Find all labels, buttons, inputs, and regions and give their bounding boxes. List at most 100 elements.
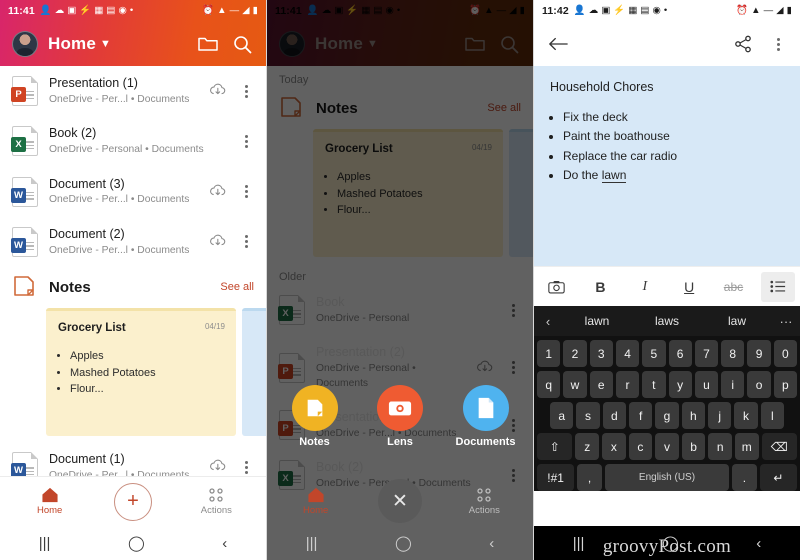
row-more-icon[interactable] (238, 459, 254, 476)
table-row[interactable]: P Presentation (1) OneDrive - Per...l • … (0, 66, 266, 116)
note-editor-body[interactable]: Household Chores Fix the deck Paint the … (534, 66, 800, 266)
note-card[interactable] (242, 308, 266, 437)
app-bar: Home ▼ (0, 22, 266, 66)
back-icon[interactable]: ‹ (222, 535, 227, 552)
suggestion-more-icon[interactable]: ··· (772, 314, 800, 329)
key-8[interactable]: 8 (721, 340, 745, 367)
search-icon[interactable] (230, 32, 254, 56)
underline-button[interactable]: U (672, 272, 706, 302)
key-r[interactable]: r (615, 371, 640, 398)
home-circle-icon[interactable]: ◯ (662, 534, 679, 552)
key-s[interactable]: s (576, 402, 600, 429)
home-title-dropdown[interactable]: Home ▼ (48, 34, 111, 54)
cloud-download-icon[interactable] (209, 183, 227, 201)
suggestion-word[interactable]: lawn (562, 314, 632, 328)
key-h[interactable]: h (681, 402, 705, 429)
key-l[interactable]: l (760, 402, 784, 429)
avatar[interactable] (12, 31, 38, 57)
key-x[interactable]: x (602, 433, 626, 460)
key-w[interactable]: w (563, 371, 587, 398)
row-more-icon[interactable] (238, 183, 254, 200)
key-4[interactable]: 4 (615, 340, 640, 367)
space-key[interactable]: English (US) (605, 464, 729, 491)
key-2[interactable]: 2 (563, 340, 587, 367)
recents-icon[interactable]: ||| (306, 535, 318, 552)
bold-button[interactable]: B (583, 272, 617, 302)
cloud-download-icon[interactable] (209, 233, 227, 251)
key-j[interactable]: j (707, 402, 732, 429)
key-a[interactable]: a (550, 402, 574, 429)
row-more-icon[interactable] (238, 233, 254, 250)
key-6[interactable]: 6 (668, 340, 692, 367)
home-circle-icon[interactable]: ◯ (128, 534, 145, 552)
suggestion-word[interactable]: law (702, 314, 772, 328)
suggestion-prev-icon[interactable]: ‹ (534, 314, 562, 329)
period-key[interactable]: . (732, 464, 757, 491)
key-z[interactable]: z (575, 433, 600, 460)
key-d[interactable]: d (602, 402, 626, 429)
key-m[interactable]: m (734, 433, 759, 460)
note-card[interactable]: Grocery List 04/19 Apples Mashed Potatoe… (46, 308, 236, 437)
back-arrow-icon[interactable] (548, 36, 568, 52)
key-f[interactable]: f (629, 402, 653, 429)
table-row[interactable]: W Document (3) OneDrive - Per...l • Docu… (0, 167, 266, 217)
key-y[interactable]: y (668, 371, 692, 398)
comma-key[interactable]: , (577, 464, 602, 491)
camera-icon[interactable] (539, 272, 573, 302)
nav-home[interactable]: Home (15, 487, 85, 516)
keyboard-row-numbers: 1 2 3 4 5 6 7 8 9 0 (537, 340, 797, 367)
row-more-icon[interactable] (238, 133, 254, 150)
share-icon[interactable] (734, 35, 752, 53)
key-5[interactable]: 5 (642, 340, 666, 367)
key-k[interactable]: k (734, 402, 758, 429)
key-1[interactable]: 1 (537, 340, 561, 367)
key-b[interactable]: b (681, 433, 706, 460)
key-u[interactable]: u (694, 371, 719, 398)
nav-home[interactable]: Home (281, 487, 351, 516)
see-all-link[interactable]: See all (220, 281, 254, 293)
key-v[interactable]: v (655, 433, 679, 460)
table-row[interactable]: W Document (2) OneDrive - Per...l • Docu… (0, 217, 266, 267)
bullet-list-button[interactable] (760, 271, 795, 302)
back-icon[interactable]: ‹ (756, 535, 761, 552)
key-p[interactable]: p (773, 371, 797, 398)
create-button[interactable]: + (113, 482, 152, 521)
key-9[interactable]: 9 (747, 340, 771, 367)
folder-icon[interactable] (196, 32, 220, 56)
cloud-download-icon[interactable] (209, 458, 227, 476)
key-n[interactable]: n (708, 433, 732, 460)
table-row[interactable]: X Book (2) OneDrive - Personal • Documen… (0, 116, 266, 166)
home-circle-icon[interactable]: ◯ (395, 534, 412, 552)
suggestion-word[interactable]: laws (632, 314, 702, 328)
action-documents[interactable]: Documents (448, 385, 524, 448)
nav-actions[interactable]: Actions (181, 487, 251, 516)
key-3[interactable]: 3 (589, 340, 613, 367)
enter-key[interactable]: ↵ (759, 464, 797, 491)
close-menu-button[interactable]: ✕ (377, 479, 422, 523)
back-icon[interactable]: ‹ (489, 535, 494, 552)
row-more-icon[interactable] (238, 83, 254, 100)
key-t[interactable]: t (642, 371, 666, 398)
recents-icon[interactable]: ||| (39, 535, 51, 552)
shift-key[interactable]: ⇧ (537, 433, 573, 460)
action-notes[interactable]: Notes (277, 385, 353, 448)
strikethrough-button[interactable]: abc (716, 272, 750, 302)
battery-icon: ▮ (252, 5, 258, 17)
key-g[interactable]: g (655, 402, 679, 429)
note-card-carousel[interactable]: Grocery List 04/19 Apples Mashed Potatoe… (0, 304, 266, 442)
key-c[interactable]: c (628, 433, 653, 460)
backspace-key[interactable]: ⌫ (761, 433, 797, 460)
nav-actions[interactable]: Actions (449, 487, 519, 516)
more-vertical-icon[interactable] (770, 36, 786, 53)
key-0[interactable]: 0 (773, 340, 797, 367)
key-7[interactable]: 7 (694, 340, 719, 367)
key-q[interactable]: q (537, 371, 561, 398)
key-e[interactable]: e (589, 371, 613, 398)
symbols-key[interactable]: !#1 (537, 464, 575, 491)
key-i[interactable]: i (721, 371, 745, 398)
recents-icon[interactable]: ||| (573, 535, 585, 552)
cloud-download-icon[interactable] (209, 82, 227, 100)
action-lens[interactable]: Lens (362, 385, 438, 448)
italic-button[interactable]: I (628, 272, 662, 302)
key-o[interactable]: o (747, 371, 771, 398)
